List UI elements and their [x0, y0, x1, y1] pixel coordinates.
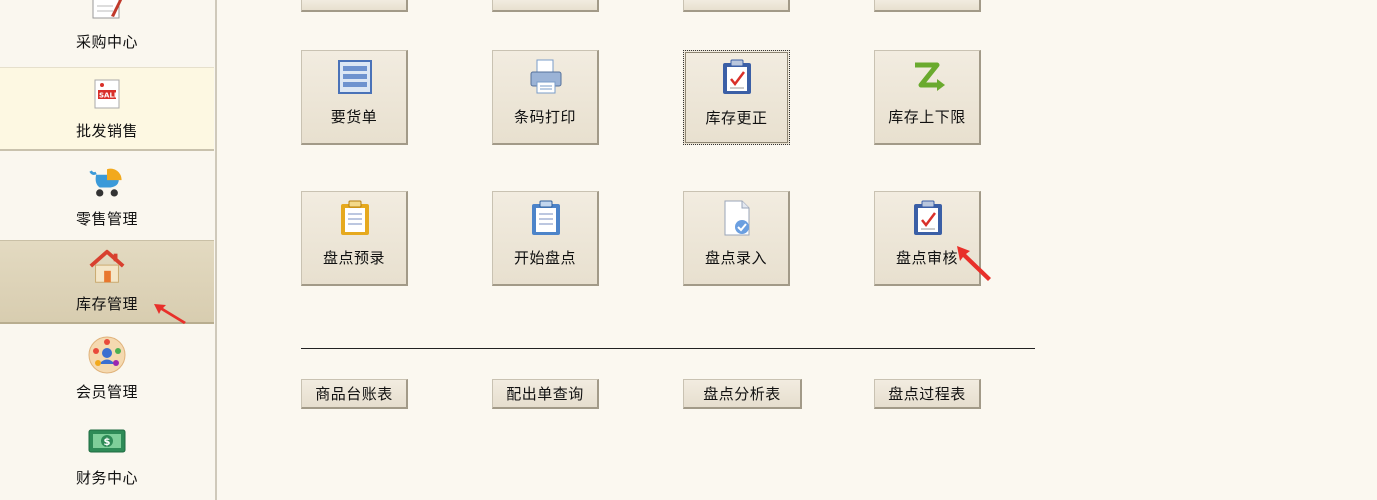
tile-label: 条码打印 — [513, 108, 576, 126]
report-button-count-analysis[interactable]: 盘点分析表 — [683, 379, 802, 409]
tile-count-entry[interactable]: 盘点录入 — [683, 191, 790, 286]
svg-text:P.O.: P.O. — [96, 0, 109, 2]
tile-label: 盘点审核 — [895, 249, 958, 267]
tile-start-count[interactable]: 开始盘点 — [492, 191, 599, 286]
tile-stub[interactable] — [492, 0, 599, 12]
tile-barcode-print[interactable]: 条码打印 — [492, 50, 599, 145]
clipboard-blue-icon — [526, 198, 566, 238]
clipboard-check-icon — [908, 198, 948, 238]
sidebar-item-label: 零售管理 — [75, 210, 138, 228]
report-button-label: 盘点过程表 — [888, 385, 966, 403]
members-icon — [87, 335, 127, 375]
report-button-label: 商品台账表 — [315, 385, 393, 403]
sidebar-item-label: 批发销售 — [75, 122, 138, 140]
tile-stub[interactable] — [301, 0, 408, 12]
sidebar-item-finance[interactable]: $ 财务中心 — [0, 412, 214, 496]
tile-label: 盘点录入 — [704, 249, 767, 267]
sidebar-item-label: 会员管理 — [75, 383, 138, 401]
sidebar-item-label: 库存管理 — [75, 295, 138, 313]
tile-stock-limits[interactable]: 库存上下限 — [874, 50, 981, 145]
money-icon: $ — [87, 421, 127, 461]
sidebar-item-retail[interactable]: 零售管理 — [0, 153, 214, 237]
sidebar-item-label: 财务中心 — [75, 469, 138, 487]
tile-stock-correction[interactable]: 库存更正 — [683, 50, 790, 145]
sidebar: P.O. 采购中心 SALE 批发销售 — [0, 0, 217, 500]
purchase-order-icon: P.O. — [87, 0, 127, 25]
document-check-icon — [717, 198, 757, 238]
list-icon — [335, 57, 375, 97]
svg-text:$: $ — [104, 437, 111, 448]
tile-stub[interactable] — [683, 0, 790, 12]
main-panel: 要货单 条码打印 库存更正 库存上下限 盘点预录 开始盘点 盘点录入 盘点审核 … — [219, 0, 1377, 500]
limit-z-icon — [908, 57, 948, 97]
tile-label: 盘点预录 — [322, 249, 385, 267]
report-button-ledger[interactable]: 商品台账表 — [301, 379, 408, 409]
sidebar-item-members[interactable]: 会员管理 — [0, 326, 214, 410]
house-icon — [87, 247, 127, 287]
stroller-icon — [87, 162, 127, 202]
printer-icon — [526, 57, 566, 97]
tile-stub[interactable] — [874, 0, 981, 12]
tile-requisition[interactable]: 要货单 — [301, 50, 408, 145]
report-button-label: 配出单查询 — [506, 385, 584, 403]
tile-count-prerecord[interactable]: 盘点预录 — [301, 191, 408, 286]
sale-tag-icon: SALE — [87, 74, 127, 114]
clipboard-check-icon — [717, 57, 757, 97]
tile-label: 要货单 — [330, 108, 378, 126]
section-divider — [301, 348, 1035, 349]
svg-text:SALE: SALE — [99, 92, 119, 100]
tile-label: 库存更正 — [705, 109, 768, 127]
report-button-dispatch-query[interactable]: 配出单查询 — [492, 379, 599, 409]
tile-label: 开始盘点 — [513, 249, 576, 267]
sidebar-item-wholesale[interactable]: SALE 批发销售 — [0, 67, 214, 151]
pointer-arrow-icon — [154, 304, 186, 324]
clipboard-yellow-icon — [335, 198, 375, 238]
sidebar-item-purchase[interactable]: P.O. 采购中心 — [0, 0, 214, 60]
tile-label: 库存上下限 — [888, 108, 966, 126]
pointer-arrow-icon — [957, 246, 991, 281]
report-button-label: 盘点分析表 — [703, 385, 781, 403]
sidebar-item-label: 采购中心 — [75, 33, 138, 51]
report-button-count-process[interactable]: 盘点过程表 — [874, 379, 981, 409]
